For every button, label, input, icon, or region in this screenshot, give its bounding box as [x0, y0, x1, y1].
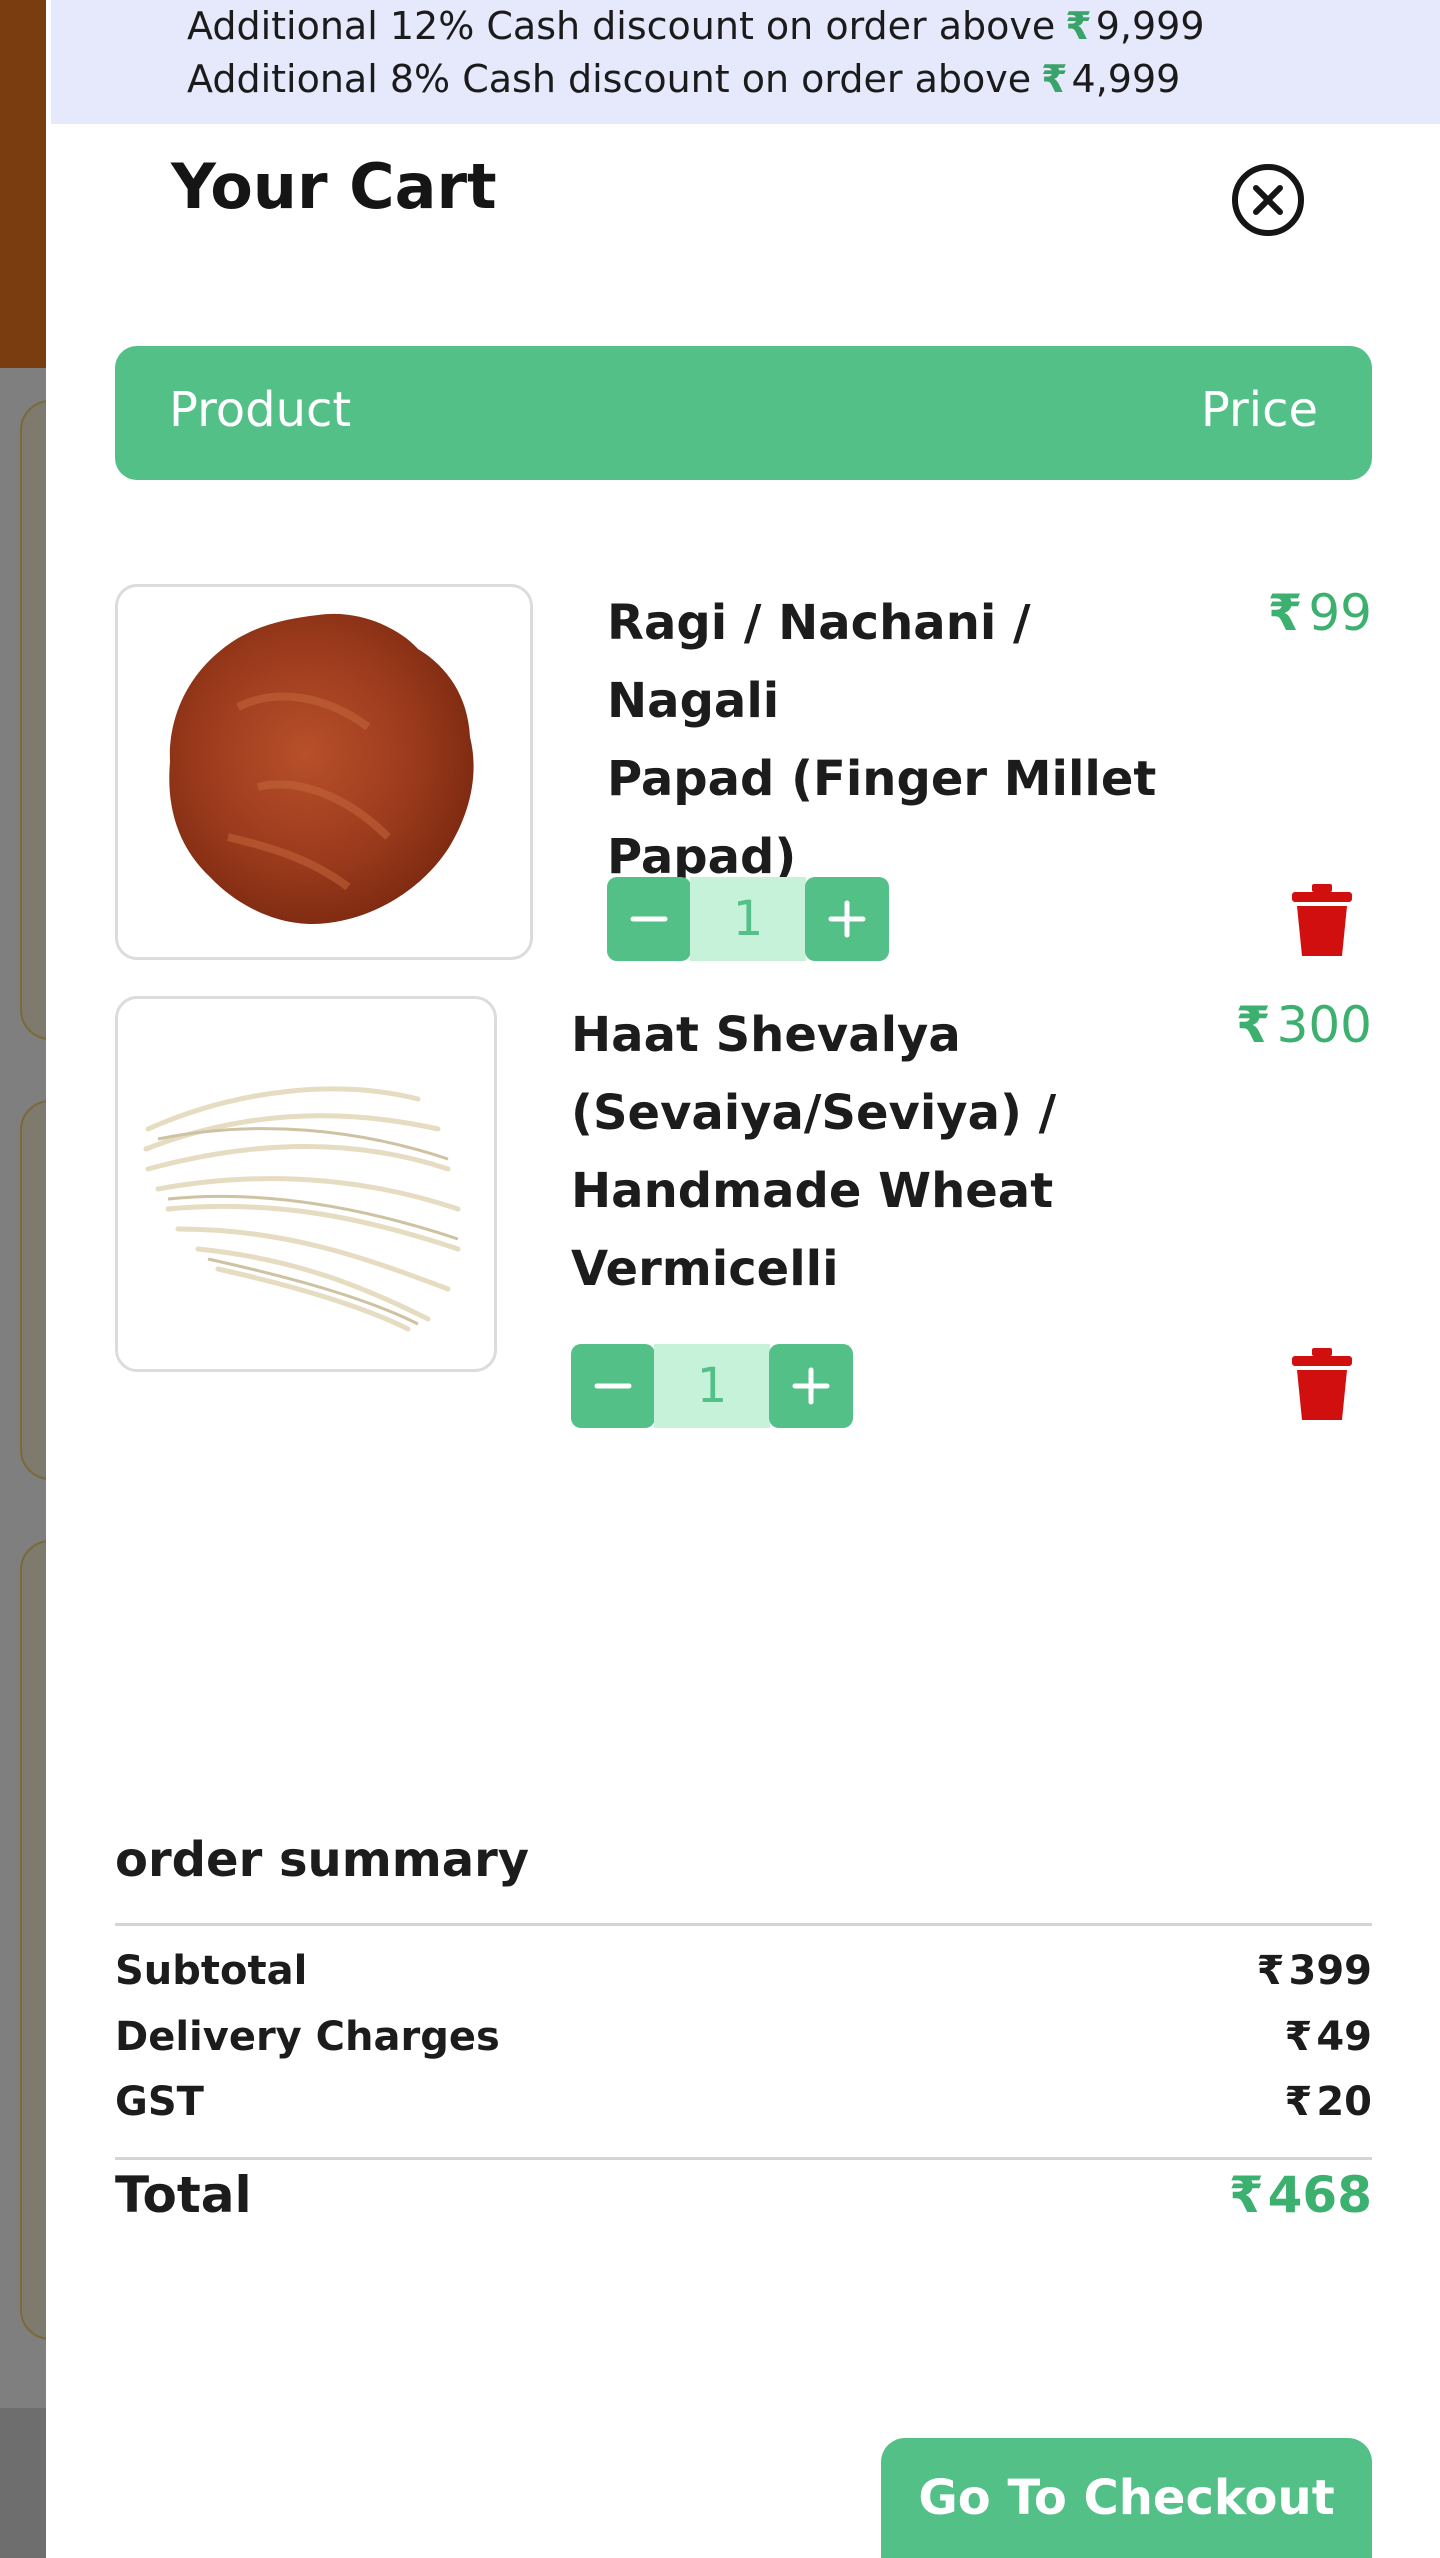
rupee-icon: ₹ — [1267, 584, 1303, 642]
checkout-button[interactable]: Go To Checkout — [881, 2438, 1372, 2558]
cart-table-header: Product Price — [115, 346, 1372, 480]
minus-icon — [594, 1383, 632, 1389]
item-price: ₹ 99 — [1267, 584, 1372, 642]
increase-quantity-button[interactable] — [805, 877, 889, 961]
trash-icon[interactable] — [1292, 1348, 1352, 1420]
summary-divider — [115, 1923, 1372, 1926]
plus-icon — [828, 900, 866, 938]
quantity-stepper: 1 — [607, 877, 891, 961]
item-name[interactable]: Ragi / Nachani / Nagali Papad (Finger Mi… — [607, 584, 1207, 896]
wheat-vermicelli-image[interactable] — [115, 996, 497, 1372]
background-card — [20, 400, 46, 1040]
rupee-icon: ₹ — [1228, 2166, 1264, 2224]
order-summary-title: order summary — [115, 1832, 530, 1888]
plus-icon — [792, 1367, 830, 1405]
rupee-icon: ₹ — [1284, 2079, 1313, 2125]
background-card — [20, 1540, 46, 2340]
delivery-charges-row: Delivery Charges ₹49 — [115, 2014, 1372, 2060]
rupee-icon: ₹ — [1235, 996, 1271, 1054]
rupee-icon: ₹ — [1256, 1948, 1285, 1994]
product-column-header: Product — [169, 382, 352, 438]
increase-quantity-button[interactable] — [769, 1344, 853, 1428]
background-card — [20, 1100, 46, 1480]
rupee-icon: ₹ — [1065, 4, 1092, 48]
summary-divider — [115, 2157, 1372, 2160]
cart-title: Your Cart — [171, 150, 497, 223]
rupee-icon: ₹ — [1041, 57, 1068, 101]
gst-row: GST ₹20 — [115, 2079, 1372, 2125]
close-icon — [1253, 185, 1283, 215]
background-header — [0, 0, 46, 368]
ragi-papad-image[interactable] — [115, 584, 533, 960]
background-footer — [0, 2408, 46, 2558]
rupee-icon: ₹ — [1284, 2014, 1313, 2060]
promo-line-8-percent: Additional 8% Cash discount on order abo… — [187, 57, 1181, 101]
decrease-quantity-button[interactable] — [571, 1344, 655, 1428]
decrease-quantity-button[interactable] — [607, 877, 691, 961]
item-price: ₹ 300 — [1235, 996, 1372, 1054]
item-name[interactable]: Haat Shevalya (Sevaiya/Seviya) / Handmad… — [571, 996, 1191, 1308]
price-column-header: Price — [1200, 382, 1318, 438]
background-page-overlay — [0, 0, 46, 2558]
cart-item: Haat Shevalya (Sevaiya/Seviya) / Handmad… — [115, 996, 1372, 1428]
quantity-value: 1 — [654, 1344, 770, 1428]
minus-icon — [630, 916, 668, 922]
promo-line-12-percent: Additional 12% Cash discount on order ab… — [187, 4, 1205, 48]
cart-item: Ragi / Nachani / Nagali Papad (Finger Mi… — [115, 584, 1372, 964]
close-button[interactable] — [1232, 164, 1304, 236]
quantity-value: 1 — [690, 877, 806, 961]
total-row: Total ₹468 — [115, 2166, 1372, 2224]
promo-banner: Additional 12% Cash discount on order ab… — [51, 0, 1440, 124]
trash-icon[interactable] — [1292, 884, 1352, 956]
subtotal-row: Subtotal ₹399 — [115, 1948, 1372, 1994]
quantity-stepper: 1 — [571, 1344, 855, 1428]
